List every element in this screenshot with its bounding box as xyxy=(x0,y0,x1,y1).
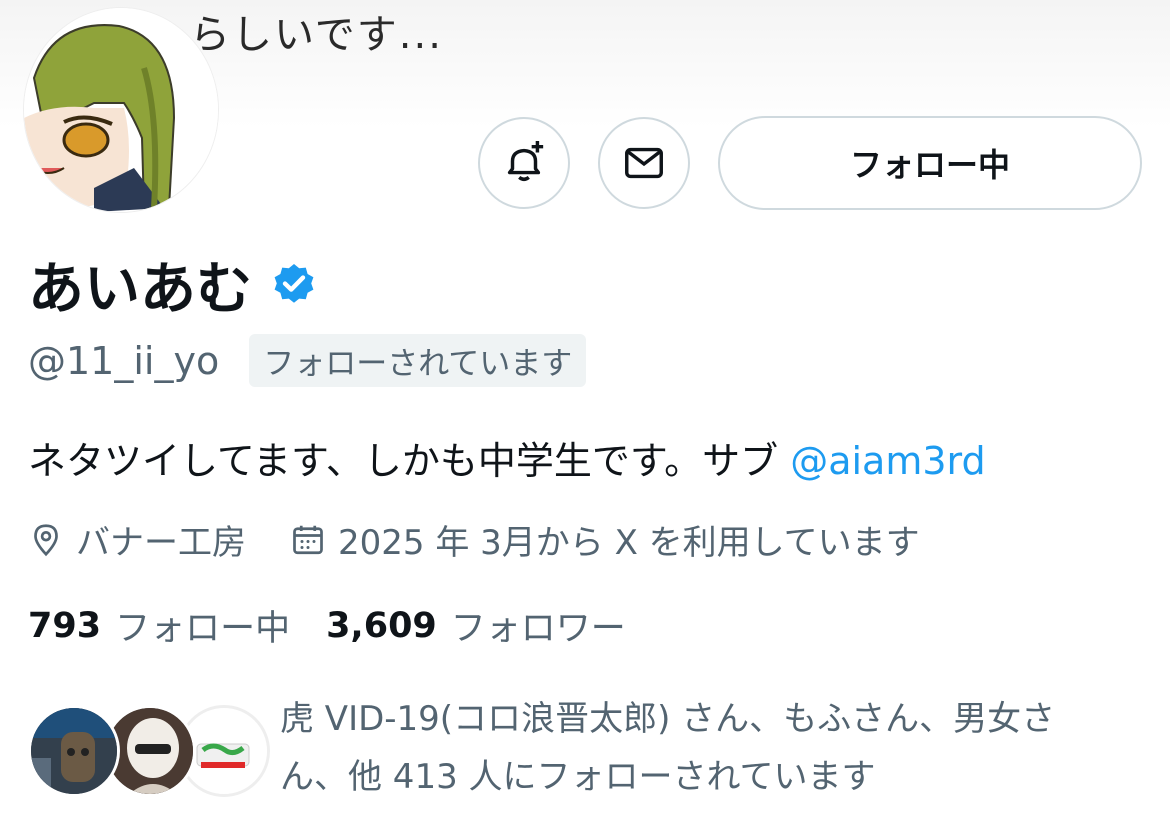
location-pin-icon xyxy=(34,523,58,556)
display-name: あいあむ xyxy=(28,257,252,322)
calendar-icon xyxy=(293,525,323,554)
follows-you-badge: フォローされています xyxy=(249,334,587,387)
following-stat[interactable]: 793 フォロー中 xyxy=(28,600,290,651)
followers-count: 3,609 xyxy=(326,605,437,646)
joined-text: 2025 年 3月から X を利用しています xyxy=(338,523,920,563)
follow-stats: 793 フォロー中 3,609 フォロワー xyxy=(28,600,626,651)
location-text: バナー工房 xyxy=(76,523,246,563)
mutual-avatar-image xyxy=(31,708,117,794)
bell-plus-icon xyxy=(507,140,544,182)
bio-text: ネタツイしてます、しかも中学生です。サブ xyxy=(28,439,791,483)
followed-by-section[interactable]: 虎 VID-19(コロ浪晋太郎) さん、もふさん、男女さ ん、他 413 人にフ… xyxy=(28,690,1148,810)
bio-mention-link[interactable]: @aiam3rd xyxy=(790,439,985,483)
followed-by-line2: ん、他 413 人にフォローされています xyxy=(280,757,876,797)
envelope-icon xyxy=(625,147,663,179)
banner-text: らしいです... xyxy=(190,12,443,58)
profile-avatar[interactable] xyxy=(24,8,218,212)
followed-by-line1: 虎 VID-19(コロ浪晋太郎) さん、もふさん、男女さ xyxy=(280,699,1056,739)
followers-label: フォロワー xyxy=(450,609,626,649)
followed-by-text: 虎 VID-19(コロ浪晋太郎) さん、もふさん、男女さ ん、他 413 人にフ… xyxy=(280,690,1140,806)
profile-meta: バナー工房 2025 年 3月から X を利用しています xyxy=(28,515,920,564)
handle-row: @11_ii_yo フォローされています xyxy=(28,334,587,387)
profile-bio: ネタツイしてます、しかも中学生です。サブ @aiam3rd xyxy=(28,430,986,485)
notify-button[interactable] xyxy=(478,117,570,209)
following-button[interactable]: フォロー中 xyxy=(718,116,1142,210)
mutual-avatar-image xyxy=(107,708,193,794)
message-button[interactable] xyxy=(598,117,690,209)
followers-stat[interactable]: 3,609 フォロワー xyxy=(326,600,626,651)
verified-badge-icon[interactable] xyxy=(270,261,318,309)
following-count: 793 xyxy=(28,605,102,646)
location-item: バナー工房 xyxy=(28,515,246,564)
joined-item: 2025 年 3月から X を利用しています xyxy=(290,515,920,564)
following-label: フォロー中 xyxy=(115,609,291,649)
profile-name-row: あいあむ xyxy=(28,244,318,325)
mutual-avatar xyxy=(28,705,120,797)
avatar-illustration xyxy=(24,8,218,212)
user-handle: @11_ii_yo xyxy=(28,338,220,383)
